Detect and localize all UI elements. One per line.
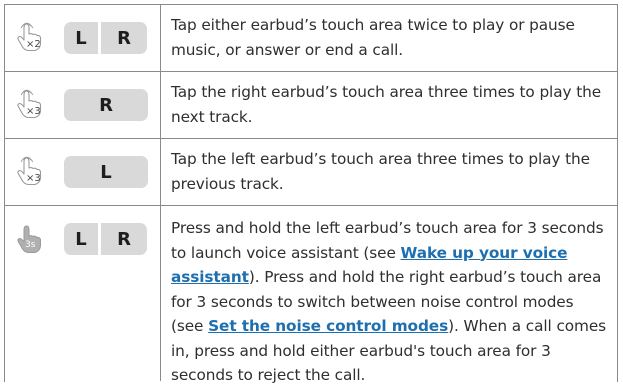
gesture-cell: 3s L R xyxy=(5,206,161,381)
right-earbud-key: R xyxy=(64,89,148,121)
gesture-cell: ×3 R xyxy=(5,72,161,138)
gesture-description: Press and hold the left earbud’s touch a… xyxy=(161,206,617,384)
right-earbud-key: R xyxy=(101,22,147,54)
set-noise-control-modes-link[interactable]: Set the noise control modes xyxy=(208,317,448,335)
earbud-keys: L xyxy=(64,156,148,188)
tap-count-label: ×3 xyxy=(26,173,41,184)
gesture-description: Tap the right earbud’s touch area three … xyxy=(171,83,601,126)
gesture-cell: ×3 L xyxy=(5,139,161,205)
earbud-keys: L R xyxy=(64,223,147,255)
table-row: ×3 R Tap the right earbud’s touch area t… xyxy=(5,72,617,139)
right-earbud-key: R xyxy=(101,223,147,255)
tap-count-label: ×3 xyxy=(26,106,41,117)
gesture-description: Tap the left earbud’s touch area three t… xyxy=(171,150,590,193)
left-earbud-key: L xyxy=(64,22,98,54)
table-row: 3s L R Press and hold the left earbud’s … xyxy=(5,206,617,384)
tap-count-label: ×2 xyxy=(26,39,41,50)
left-earbud-key: L xyxy=(64,156,148,188)
gesture-cell: ×2 L R xyxy=(5,5,161,71)
table-row: ×2 L R Tap either earbud’s touch area tw… xyxy=(5,5,617,72)
hold-duration-label: 3s xyxy=(25,240,36,250)
gesture-description: Tap either earbud’s touch area twice to … xyxy=(171,16,575,59)
earbud-keys: R xyxy=(64,89,148,121)
gesture-table: ×2 L R Tap either earbud’s touch area tw… xyxy=(4,4,618,384)
left-earbud-key: L xyxy=(64,223,98,255)
table-row: ×3 L Tap the left earbud’s touch area th… xyxy=(5,139,617,206)
earbud-keys: L R xyxy=(64,22,147,54)
